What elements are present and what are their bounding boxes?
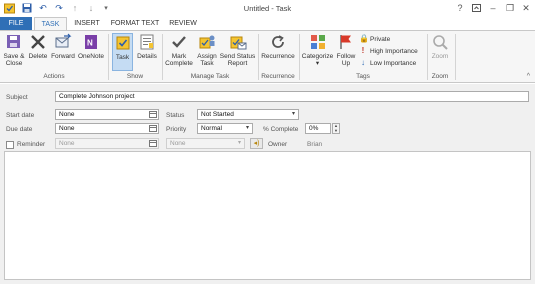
reminder-time-field[interactable]: None ▾ [166, 138, 245, 149]
subject-input[interactable]: Complete Johnson project [55, 91, 529, 102]
priority-select[interactable]: Normal ▾ [197, 123, 253, 134]
details-button[interactable]: Details [135, 33, 159, 71]
calendar-icon[interactable] [149, 111, 157, 118]
ribbon-tabs: FILE TASK INSERT FORMAT TEXT REVIEW [0, 17, 535, 31]
tab-review[interactable]: REVIEW [165, 17, 201, 31]
forward-button[interactable]: Forward [50, 33, 76, 71]
owner-label: Owner [268, 141, 288, 148]
svg-text:N: N [87, 39, 93, 48]
owner-value: Brian [307, 141, 323, 148]
start-date-label: Start date [6, 112, 35, 119]
group-separator [108, 34, 109, 80]
group-label-zoom: Zoom [431, 73, 449, 80]
due-date-label: Due date [6, 126, 33, 133]
task-view-button[interactable]: Task [112, 33, 133, 71]
forward-icon [55, 33, 72, 48]
dropdown-arrow-icon: ▾ [315, 60, 320, 67]
onenote-icon: N [85, 35, 97, 49]
percent-spinner[interactable]: ▲ ▼ [332, 123, 340, 134]
reminder-sound-icon[interactable]: ◂) [250, 138, 263, 149]
status-select[interactable]: Not Started ▾ [197, 109, 299, 120]
delete-button[interactable]: Delete [28, 33, 48, 71]
high-importance-button[interactable]: ! High Importance [359, 47, 418, 55]
tab-file[interactable]: FILE [0, 17, 32, 31]
follow-up-button[interactable]: Follow Up [335, 33, 357, 71]
status-report-icon [230, 36, 246, 50]
calendar-icon[interactable] [149, 125, 157, 132]
group-separator [299, 34, 300, 80]
task-body-textarea[interactable] [4, 151, 531, 280]
minimize-icon[interactable]: – [485, 1, 501, 15]
lock-icon: 🔒 [359, 34, 369, 43]
save-close-icon [7, 35, 20, 48]
percent-complete-input[interactable]: 0% [305, 123, 331, 134]
help-icon[interactable]: ? [452, 1, 468, 15]
chevron-down-icon: ▾ [291, 111, 295, 117]
ribbon: Save & Close Delete Forward N OneNote Ac… [0, 30, 535, 83]
categorize-button[interactable]: Categorize ▾ [301, 33, 334, 71]
task-icon [116, 36, 129, 50]
priority-label: Priority [166, 126, 187, 133]
categorize-icon [310, 35, 325, 49]
group-label-tags: Tags [356, 73, 370, 80]
chevron-down-icon: ▾ [245, 125, 249, 131]
group-separator [162, 34, 163, 80]
chevron-down-icon: ▾ [237, 140, 241, 146]
mark-complete-button[interactable]: Mark Complete [164, 33, 194, 71]
group-label-show: Show [126, 73, 144, 80]
magnifier-icon [433, 35, 448, 50]
down-arrow-icon: ↓ [361, 58, 365, 67]
onenote-button[interactable]: N OneNote [77, 33, 105, 71]
group-separator [455, 34, 456, 80]
delete-icon [31, 35, 45, 49]
checkmark-icon [172, 36, 186, 48]
calendar-icon [149, 140, 157, 147]
private-button[interactable]: 🔒 Private [359, 35, 390, 43]
collapse-ribbon-icon[interactable]: ^ [527, 73, 530, 80]
low-importance-button[interactable]: ↓ Low Importance [359, 59, 416, 67]
reminder-date-field[interactable]: None [55, 138, 159, 149]
flag-icon [340, 35, 351, 49]
task-form: Subject Complete Johnson project Start d… [0, 84, 535, 284]
exclamation-icon: ! [361, 46, 365, 55]
save-close-button[interactable]: Save & Close [2, 33, 26, 71]
group-label-recurrence: Recurrence [261, 73, 295, 80]
tab-insert[interactable]: INSERT [70, 17, 104, 31]
start-date-field[interactable]: None [55, 109, 159, 120]
restore-icon[interactable]: ❐ [502, 1, 518, 15]
assign-task-button[interactable]: Assign Task [196, 33, 218, 71]
group-label-manage-task: Manage Task [190, 73, 230, 80]
reminder-label: Reminder [17, 141, 46, 148]
recurrence-button[interactable]: Recurrence [260, 33, 296, 71]
status-label: Status [166, 112, 185, 119]
send-status-report-button[interactable]: Send Status Report [219, 33, 256, 71]
close-icon[interactable]: ✕ [518, 1, 534, 15]
percent-complete-label: % Complete [263, 126, 299, 133]
tab-format-text[interactable]: FORMAT TEXT [107, 17, 163, 31]
assign-task-icon [199, 35, 215, 49]
title-bar: ↶ ↷ ↑ ↓ ▾ Untitled - Task ? – ❐ ✕ [0, 0, 535, 17]
ribbon-display-icon[interactable] [468, 1, 484, 15]
zoom-button[interactable]: Zoom [429, 33, 451, 71]
subject-label: Subject [6, 94, 28, 101]
tab-task[interactable]: TASK [34, 17, 67, 31]
group-label-actions: Actions [43, 73, 65, 80]
details-icon [140, 34, 154, 50]
due-date-field[interactable]: None [55, 123, 159, 134]
reminder-checkbox[interactable] [6, 141, 14, 149]
recurrence-icon [272, 35, 284, 48]
